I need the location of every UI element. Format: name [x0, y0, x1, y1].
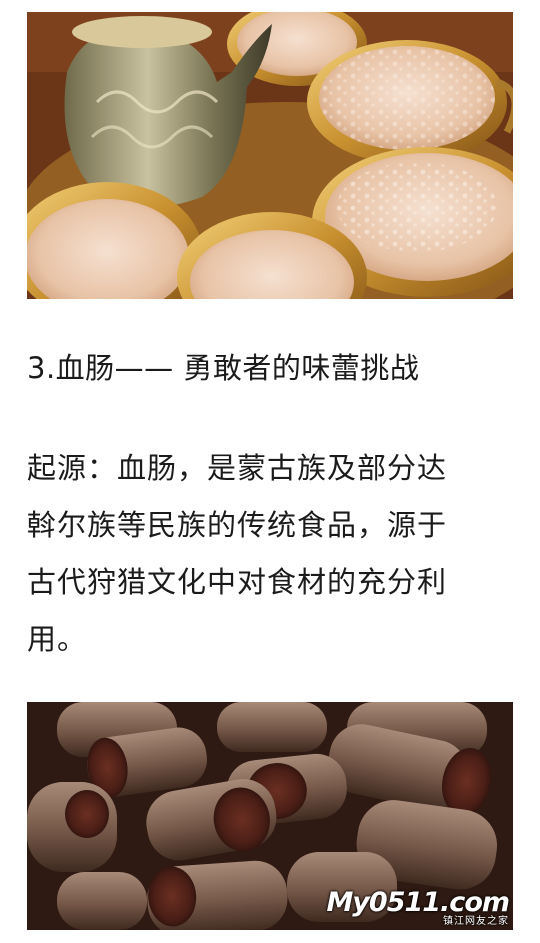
watermark: My0511.com 镇江网友之家 [326, 887, 510, 927]
milk-tea-illustration [27, 12, 513, 299]
blood-sausage-photo[interactable]: My0511.com 镇江网友之家 [27, 702, 513, 930]
paragraph-line: 斡尔族等民族的传统食品，源于 [27, 508, 448, 542]
paragraph-line: 起源：血肠，是蒙古族及部分达 [27, 451, 448, 485]
watermark-logo: My0511.com [326, 887, 510, 918]
milk-tea-photo[interactable] [27, 12, 513, 299]
section-heading: 3.血肠—— 勇敢者的味蕾挑战 [27, 351, 420, 385]
origin-paragraph: 起源：血肠，是蒙古族及部分达 斡尔族等民族的传统食品，源于 古代狩猎文化中对食材… [27, 440, 517, 668]
paragraph-line: 古代狩猎文化中对食材的充分利 [27, 565, 448, 599]
paragraph-line: 用。 [27, 622, 88, 656]
